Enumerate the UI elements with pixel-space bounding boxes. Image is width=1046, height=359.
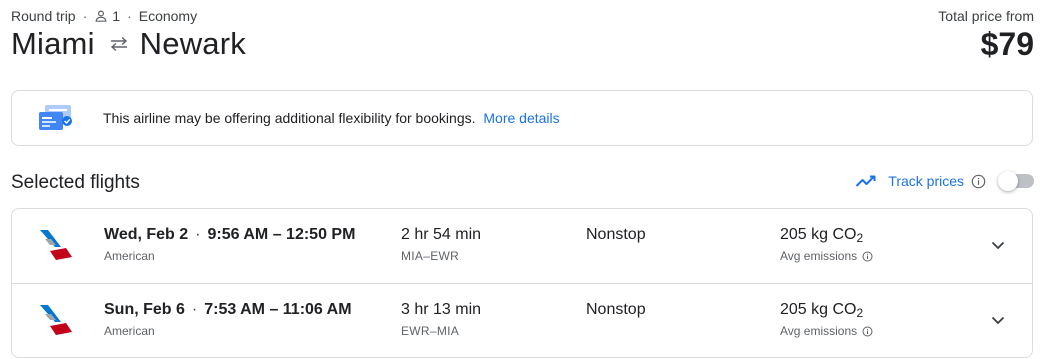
flight-airports: MIA–EWR — [401, 249, 460, 263]
trip-summary: Round trip · 1 · Economy — [11, 8, 197, 24]
section-title: Selected flights — [11, 172, 140, 193]
banner-text: This airline may be offering additional … — [103, 110, 476, 126]
co2-subscript: 2 — [856, 231, 864, 245]
airline-name: American — [104, 324, 155, 338]
cabin-class[interactable]: Economy — [139, 8, 197, 24]
emissions-label: Avg emissions — [780, 324, 858, 338]
person-icon — [94, 9, 108, 23]
emissions-label-wrap: Avg emissions — [780, 324, 873, 338]
swap-arrows-icon — [108, 36, 130, 52]
track-prices[interactable]: Track prices — [855, 171, 1034, 191]
more-details-link[interactable]: More details — [483, 110, 559, 126]
booking-flexibility-icon — [37, 103, 75, 133]
total-price: $79 — [980, 26, 1034, 62]
flight-duration: 2 hr 54 min — [401, 226, 482, 243]
flight-times: Sun, Feb 6 · 7:53 AM – 11:06 AM — [104, 301, 352, 319]
flight-stops: Nonstop — [586, 226, 646, 243]
toggle-knob — [998, 171, 1018, 191]
co2-subscript: 2 — [856, 306, 864, 320]
chevron-down-icon[interactable] — [990, 237, 1006, 253]
separator-dot: · — [195, 226, 201, 243]
co2-emissions: 205 kg CO2 — [780, 301, 863, 320]
info-icon[interactable] — [862, 251, 873, 262]
track-prices-label[interactable]: Track prices — [888, 173, 964, 189]
flexibility-banner: This airline may be offering additional … — [11, 90, 1033, 146]
co2-value: 205 kg CO — [780, 226, 857, 243]
flight-row[interactable]: Wed, Feb 2 · 9:56 AM – 12:50 PM American 2… — [12, 209, 1032, 284]
flight-duration: 3 hr 13 min — [401, 301, 482, 318]
track-prices-toggle[interactable] — [998, 171, 1034, 191]
route-title: Miami Newark — [11, 26, 246, 62]
separator-dot: · — [82, 8, 88, 24]
passenger-count[interactable]: 1 — [112, 8, 120, 24]
american-airlines-logo — [36, 302, 76, 345]
trip-type[interactable]: Round trip — [11, 8, 76, 24]
flight-time-range: 7:53 AM – 11:06 AM — [204, 301, 352, 318]
destination-city: Newark — [139, 26, 246, 61]
american-airlines-logo — [36, 227, 76, 270]
banner-text-wrap: This airline may be offering additional … — [103, 110, 560, 126]
separator-dot: · — [127, 8, 132, 24]
flight-row[interactable]: Sun, Feb 6 · 7:53 AM – 11:06 AM American 3… — [12, 284, 1032, 359]
separator-dot: · — [191, 301, 198, 318]
chevron-down-icon[interactable] — [990, 312, 1006, 328]
flight-time-range: 9:56 AM – 12:50 PM — [207, 226, 356, 243]
trend-line-icon — [855, 173, 879, 189]
flight-times: Wed, Feb 2 · 9:56 AM – 12:50 PM — [104, 226, 355, 244]
airline-name: American — [104, 249, 155, 263]
flight-date: Wed, Feb 2 — [104, 226, 189, 243]
emissions-label: Avg emissions — [780, 249, 858, 263]
price-label: Total price from — [938, 8, 1034, 24]
co2-emissions: 205 kg CO2 — [780, 226, 863, 245]
info-icon[interactable] — [862, 326, 873, 337]
info-icon[interactable] — [971, 174, 986, 189]
flight-stops: Nonstop — [586, 301, 646, 318]
origin-city: Miami — [11, 26, 95, 61]
co2-value: 205 kg CO — [780, 301, 857, 318]
selected-flights-list: Wed, Feb 2 · 9:56 AM – 12:50 PM American 2… — [11, 208, 1033, 358]
emissions-label-wrap: Avg emissions — [780, 249, 873, 263]
flight-airports: EWR–MIA — [401, 324, 460, 338]
flight-date: Sun, Feb 6 — [104, 301, 185, 318]
